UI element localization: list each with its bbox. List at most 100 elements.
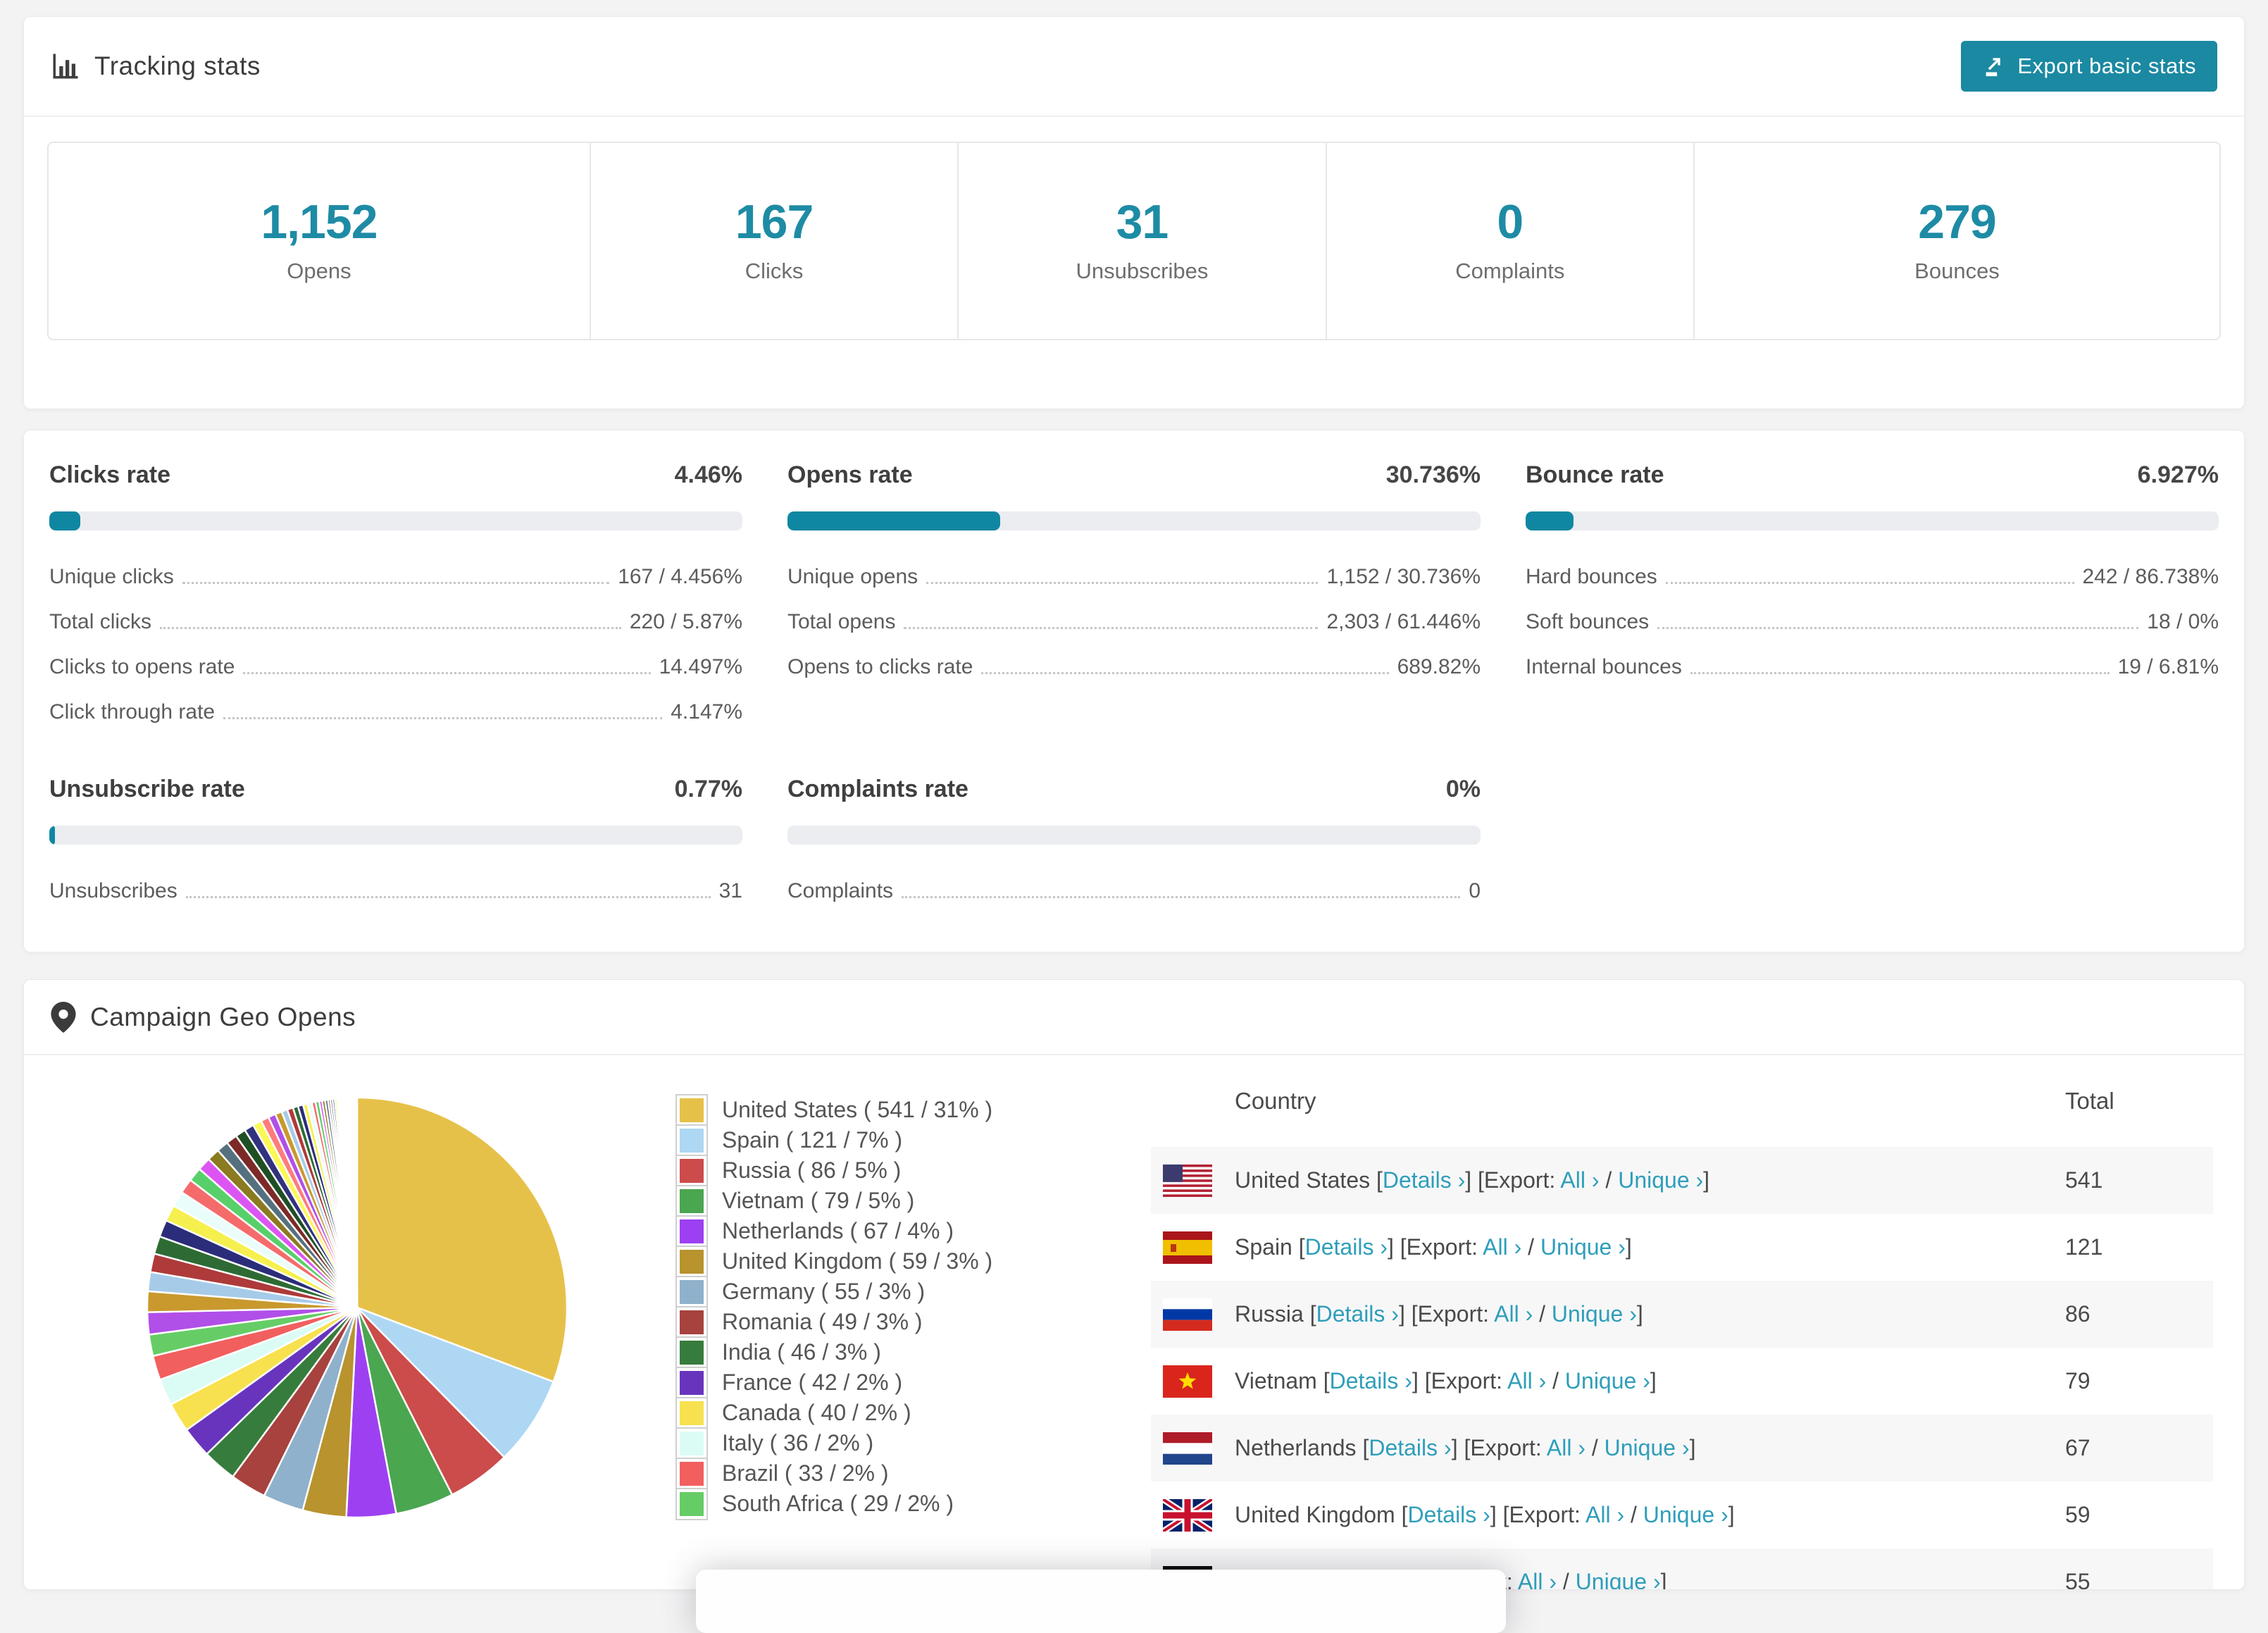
details-link[interactable]: Details › bbox=[1330, 1368, 1412, 1393]
export-all-link[interactable]: All › bbox=[1518, 1569, 1557, 1589]
legend-label: Netherlands ( 67 / 4% ) bbox=[722, 1218, 954, 1243]
rate-rows: Complaints 0 bbox=[787, 869, 1481, 914]
rate-rows: Unsubscribes 31 bbox=[49, 869, 742, 914]
legend-item-united-states[interactable]: United States ( 541 / 31% ) bbox=[677, 1095, 1128, 1125]
geo-table-rows: United States [Details ›] [Export: All ›… bbox=[1151, 1147, 2213, 1590]
rate-row-value: 242 / 86.738% bbox=[2082, 565, 2219, 588]
rate-row: Total clicks 220 / 5.87% bbox=[49, 600, 742, 645]
bracket: ] bbox=[1387, 1234, 1394, 1260]
stat-box-complaints: 0 Complaints bbox=[1325, 143, 1693, 339]
export-unique-link[interactable]: Unique › bbox=[1552, 1301, 1637, 1327]
country-name: Russia bbox=[1235, 1301, 1304, 1327]
legend-item-italy[interactable]: Italy ( 36 / 2% ) bbox=[677, 1428, 1128, 1458]
legend-swatch bbox=[677, 1216, 706, 1246]
rate-progress-fill bbox=[1526, 511, 1574, 530]
export-all-link[interactable]: All › bbox=[1560, 1167, 1599, 1193]
export-prefix: [Export: bbox=[1400, 1234, 1478, 1260]
export-unique-link[interactable]: Unique › bbox=[1643, 1502, 1728, 1527]
legend-item-india[interactable]: India ( 46 / 3% ) bbox=[677, 1337, 1128, 1367]
legend-label: Spain ( 121 / 7% ) bbox=[722, 1127, 903, 1153]
export-all-link[interactable]: All › bbox=[1483, 1234, 1521, 1260]
bracket: ] bbox=[1625, 1234, 1632, 1260]
rate-row: Unique clicks 167 / 4.456% bbox=[49, 554, 742, 600]
bracket: ] bbox=[1490, 1502, 1497, 1527]
details-link[interactable]: Details › bbox=[1407, 1502, 1490, 1527]
slash: / bbox=[1591, 1435, 1598, 1460]
ru-flag-icon bbox=[1163, 1298, 1212, 1331]
total-cell: 55 bbox=[2065, 1569, 2091, 1590]
details-link[interactable]: Details › bbox=[1316, 1301, 1399, 1327]
export-unique-link[interactable]: Unique › bbox=[1565, 1368, 1650, 1393]
country-cell: United Kingdom [Details ›] [Export: All … bbox=[1235, 1502, 2065, 1528]
rate-value: 30.736% bbox=[1385, 461, 1481, 488]
slash: / bbox=[1631, 1502, 1637, 1527]
details-link[interactable]: Details › bbox=[1383, 1167, 1465, 1193]
legend-item-germany[interactable]: Germany ( 55 / 3% ) bbox=[677, 1277, 1128, 1307]
total-cell: 121 bbox=[2065, 1234, 2103, 1260]
legend-item-canada[interactable]: Canada ( 40 / 2% ) bbox=[677, 1398, 1128, 1428]
rate-panel-clicks-rate: Clicks rate 4.46% Unique clicks 167 / 4.456… bbox=[49, 461, 742, 735]
stats-strip: 1,152 Opens 167 Clicks 31 Unsubscribes 0 Compla… bbox=[47, 142, 2221, 340]
rate-head: Unsubscribe rate 0.77% bbox=[49, 776, 742, 803]
export-unique-link[interactable]: Unique › bbox=[1540, 1234, 1626, 1260]
legend-item-united-kingdom[interactable]: United Kingdom ( 59 / 3% ) bbox=[677, 1246, 1128, 1277]
details-link[interactable]: Details › bbox=[1369, 1435, 1451, 1460]
export-prefix: [Export: bbox=[1464, 1435, 1542, 1460]
rate-row-value: 4.147% bbox=[671, 700, 742, 724]
legend-item-romania[interactable]: Romania ( 49 / 3% ) bbox=[677, 1307, 1128, 1337]
legend-swatch bbox=[677, 1458, 706, 1489]
bracket: ] bbox=[1465, 1167, 1472, 1193]
rate-row-value: 167 / 4.456% bbox=[618, 565, 742, 588]
stat-box-bounces: 279 Bounces bbox=[1693, 143, 2219, 339]
rates-grid: Clicks rate 4.46% Unique clicks 167 / 4.456… bbox=[24, 430, 2244, 942]
legend-item-south-africa[interactable]: South Africa ( 29 / 2% ) bbox=[677, 1489, 1128, 1519]
slash: / bbox=[1552, 1368, 1559, 1393]
dotted-leader bbox=[243, 672, 651, 674]
export-all-link[interactable]: All › bbox=[1585, 1502, 1624, 1527]
legend-item-russia[interactable]: Russia ( 86 / 5% ) bbox=[677, 1155, 1128, 1186]
stat-value: 279 bbox=[1918, 195, 1996, 249]
geo-pie-legend: United States ( 541 / 31% ) Spain ( 121 /… bbox=[677, 1095, 1128, 1519]
stat-label: Complaints bbox=[1455, 259, 1565, 283]
legend-item-vietnam[interactable]: Vietnam ( 79 / 5% ) bbox=[677, 1186, 1128, 1216]
gb-flag-icon bbox=[1161, 1496, 1214, 1534]
dotted-leader bbox=[981, 672, 1389, 674]
export-unique-link[interactable]: Unique › bbox=[1576, 1569, 1661, 1589]
legend-item-netherlands[interactable]: Netherlands ( 67 / 4% ) bbox=[677, 1216, 1128, 1246]
details-link[interactable]: Details › bbox=[1305, 1234, 1388, 1260]
rates-card: Clicks rate 4.46% Unique clicks 167 / 4.456… bbox=[23, 430, 2245, 952]
rate-row: Internal bounces 19 / 6.81% bbox=[1526, 645, 2219, 690]
export-all-link[interactable]: All › bbox=[1507, 1368, 1546, 1393]
dotted-leader bbox=[904, 627, 1319, 629]
dotted-leader bbox=[160, 627, 621, 629]
rate-head: Complaints rate 0% bbox=[787, 776, 1481, 803]
legend-label: France ( 42 / 2% ) bbox=[722, 1370, 903, 1395]
legend-swatch bbox=[677, 1398, 706, 1428]
rate-row: Clicks to opens rate 14.497% bbox=[49, 645, 742, 690]
country-name: Netherlands bbox=[1235, 1435, 1357, 1460]
rate-row: Hard bounces 242 / 86.738% bbox=[1526, 554, 2219, 600]
rate-row-label: Total clicks bbox=[49, 610, 152, 633]
rate-rows: Unique clicks 167 / 4.456% Total clicks 220… bbox=[49, 554, 742, 735]
legend-item-france[interactable]: France ( 42 / 2% ) bbox=[677, 1367, 1128, 1398]
export-all-link[interactable]: All › bbox=[1494, 1301, 1533, 1327]
bracket: ] bbox=[1728, 1502, 1735, 1527]
rate-head: Clicks rate 4.46% bbox=[49, 461, 742, 489]
bracket: ] bbox=[1398, 1301, 1405, 1327]
export-prefix: [Export: bbox=[1478, 1167, 1556, 1193]
export-basic-stats-button[interactable]: Export basic stats bbox=[1961, 41, 2217, 92]
rate-progress-bar bbox=[787, 511, 1481, 530]
legend-swatch bbox=[677, 1367, 706, 1398]
total-cell: 59 bbox=[2065, 1502, 2091, 1527]
export-unique-link[interactable]: Unique › bbox=[1605, 1435, 1690, 1460]
map-pin-icon bbox=[51, 1001, 76, 1033]
legend-item-brazil[interactable]: Brazil ( 33 / 2% ) bbox=[677, 1458, 1128, 1489]
export-unique-link[interactable]: Unique › bbox=[1618, 1167, 1703, 1193]
country-cell: Vietnam [Details ›] [Export: All › / Uni… bbox=[1235, 1368, 2065, 1394]
country-cell: United States [Details ›] [Export: All ›… bbox=[1235, 1167, 2065, 1193]
rate-rows: Unique opens 1,152 / 30.736% Total opens 2,… bbox=[787, 554, 1481, 690]
legend-item-spain[interactable]: Spain ( 121 / 7% ) bbox=[677, 1125, 1128, 1155]
rate-row: Unique opens 1,152 / 30.736% bbox=[787, 554, 1481, 600]
export-all-link[interactable]: All › bbox=[1547, 1435, 1585, 1460]
dotted-leader bbox=[182, 582, 610, 584]
